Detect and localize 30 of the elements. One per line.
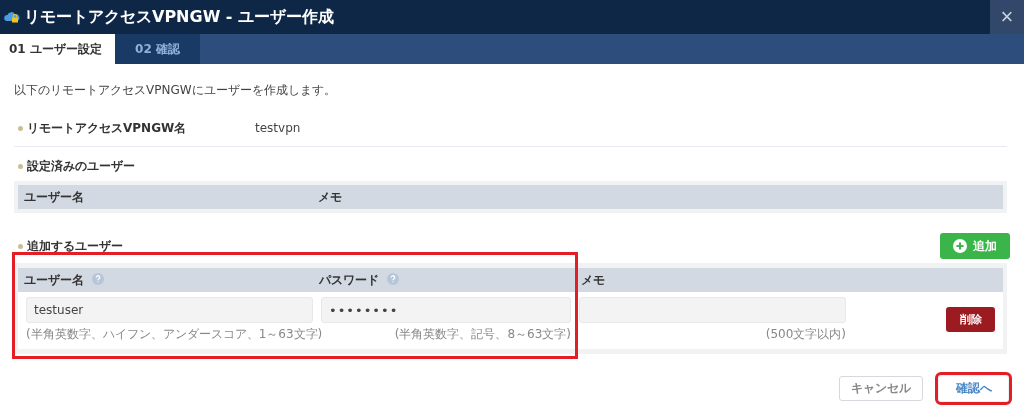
cloud-lock-icon xyxy=(4,10,20,24)
column-header: パスワード xyxy=(313,271,575,289)
column-header: ユーザー名 xyxy=(18,271,313,289)
cancel-button[interactable]: キャンセル xyxy=(839,376,923,401)
tab[interactable]: 01 ユーザー設定 xyxy=(0,34,115,64)
intro-text: 以下のリモートアクセスVPNGWにユーザーを作成します。 xyxy=(14,82,337,99)
section-label: 追加するユーザー xyxy=(27,237,123,255)
hint-text: (500文字以内) xyxy=(765,326,846,343)
tab[interactable]: 02 確認 xyxy=(115,34,200,64)
column-header: ユーザー名 xyxy=(23,188,85,206)
hint-text: (半角英数字、記号、8～63文字) xyxy=(394,326,571,343)
input-field[interactable] xyxy=(579,297,846,323)
window-title: リモートアクセスVPNGW - ユーザー作成 xyxy=(24,6,336,28)
input-field[interactable]: testuser xyxy=(26,297,313,323)
bullet-icon xyxy=(18,243,23,249)
help-icon[interactable] xyxy=(387,272,399,285)
bullet-icon xyxy=(18,164,23,169)
confirm-button[interactable]: 確認へ xyxy=(938,375,1009,402)
section-label: 設定済みのユーザー xyxy=(27,158,135,175)
plus-icon xyxy=(953,239,967,253)
bullet-icon xyxy=(18,125,23,131)
password-field[interactable]: •••••••• xyxy=(321,297,571,323)
close-button[interactable]: × xyxy=(990,0,1024,34)
hint-text: (半角英数字、ハイフン、アンダースコア、1～63文字) xyxy=(26,326,323,343)
delete-button[interactable]: 削除 xyxy=(946,307,995,332)
help-icon[interactable] xyxy=(92,272,104,285)
column-header: メモ xyxy=(317,188,342,206)
gateway-name: testvpn xyxy=(255,121,301,135)
column-header: メモ xyxy=(580,271,605,289)
section-label: リモートアクセスVPNGW名 xyxy=(27,119,187,137)
